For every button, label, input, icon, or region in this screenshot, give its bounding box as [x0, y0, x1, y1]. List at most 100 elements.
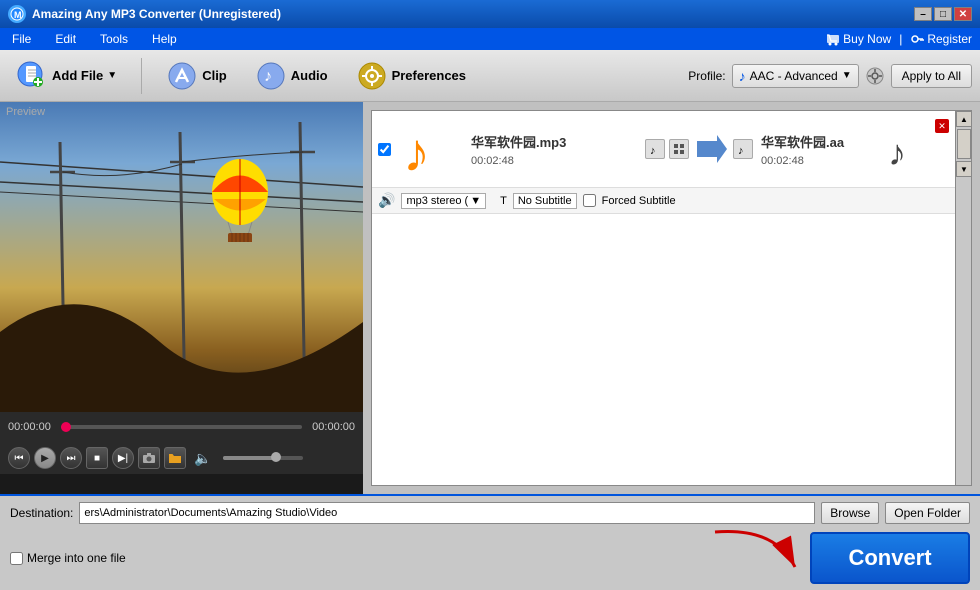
preferences-icon: [356, 60, 388, 92]
minimize-button[interactable]: –: [914, 7, 932, 21]
profile-label: Profile:: [688, 69, 725, 83]
play-button[interactable]: ▶: [34, 447, 56, 469]
audio-wave-icon: 🔊: [378, 192, 395, 209]
dropdown-arrow-icon: ▼: [842, 70, 852, 81]
progress-track[interactable]: [61, 425, 302, 429]
output-settings-btn[interactable]: ♪: [733, 139, 753, 159]
input-filename: 华军软件园.mp3: [471, 132, 637, 151]
destination-row: Destination: Browse Open Folder: [10, 502, 970, 524]
clip-icon: [166, 60, 198, 92]
video-frame: [0, 102, 363, 412]
volume-icon: 🔈: [194, 450, 211, 467]
merge-row: Merge into one file: [10, 551, 126, 565]
file-list-container: ♪ 华军软件园.mp3 00:02:48 ♪: [371, 110, 972, 486]
audio-settings-btn-1[interactable]: ♪: [645, 139, 665, 159]
fast-forward-button[interactable]: ⏭: [60, 447, 82, 469]
menu-edit[interactable]: Edit: [51, 30, 80, 48]
close-item-button[interactable]: ✕: [935, 119, 949, 133]
subtitle-dropdown[interactable]: No Subtitle: [513, 193, 577, 209]
hot-air-balloon: [210, 157, 270, 245]
app-title: Amazing Any MP3 Converter (Unregistered): [32, 7, 914, 21]
file-list-scrollbar[interactable]: ▲ ▼: [955, 111, 971, 485]
file-info: 华军软件园.mp3 00:02:48: [471, 132, 637, 167]
controls-bar: ⏮ ▶ ⏭ ■ ▶| 🔈: [0, 442, 363, 474]
settings-gear-icon[interactable]: [865, 66, 885, 86]
preview-label: Preview: [6, 106, 45, 118]
convert-section: Convert: [810, 532, 970, 584]
audio-icon: ♪: [255, 60, 287, 92]
scroll-down-arrow[interactable]: ▼: [956, 161, 972, 177]
preview-panel: Preview: [0, 102, 363, 494]
subtitle-text-icon: T: [500, 195, 507, 207]
bottom-controls: Merge into one file Convert: [0, 530, 980, 590]
audio-track-value: mp3 stereo (: [406, 195, 468, 207]
close-button[interactable]: ✕: [954, 7, 972, 21]
svg-text:♪: ♪: [403, 123, 430, 179]
buy-now-link[interactable]: Buy Now: [826, 32, 891, 46]
next-frame-button[interactable]: ▶|: [112, 447, 134, 469]
subtitle-row: 🔊 mp3 stereo ( ▼ T No Subtitle Forced Su…: [372, 188, 955, 214]
browse-button[interactable]: Browse: [821, 502, 879, 524]
file-panel: ♪ 华军软件园.mp3 00:02:48 ♪: [363, 102, 980, 494]
merge-checkbox[interactable]: [10, 552, 23, 565]
scroll-thumb[interactable]: [957, 129, 971, 159]
menu-help[interactable]: Help: [148, 30, 181, 48]
cart-icon: [826, 32, 840, 46]
merge-label: Merge into one file: [27, 551, 126, 565]
audio-track-dropdown[interactable]: mp3 stereo ( ▼: [401, 193, 486, 209]
convert-arrow-icon: [693, 131, 729, 167]
progress-thumb[interactable]: [61, 422, 71, 432]
apply-all-button[interactable]: Apply to All: [891, 64, 972, 88]
svg-text:M: M: [14, 10, 22, 20]
volume-thumb[interactable]: [271, 452, 281, 462]
arrow-section: ♪: [645, 131, 753, 167]
snapshot-button[interactable]: [138, 447, 160, 469]
music-icon-large: ♪: [399, 119, 459, 179]
open-folder-button[interactable]: Open Folder: [885, 502, 970, 524]
menu-file[interactable]: File: [8, 30, 35, 48]
output-music-icon: ♪: [881, 124, 931, 174]
convert-button[interactable]: Convert: [810, 532, 970, 584]
time-right: 00:00:00: [312, 421, 355, 433]
folder-button[interactable]: [164, 447, 186, 469]
input-duration: 00:02:48: [471, 155, 637, 167]
audio-track-arrow: ▼: [470, 195, 481, 207]
grid-icon: [673, 143, 685, 155]
menu-bar: File Edit Tools Help Buy Now | Register: [0, 28, 980, 50]
profile-value: AAC - Advanced: [750, 69, 838, 83]
stop-button[interactable]: ■: [86, 447, 108, 469]
clip-button[interactable]: Clip: [158, 56, 235, 96]
maximize-button[interactable]: □: [934, 7, 952, 21]
bottom-section: Destination: Browse Open Folder: [0, 494, 980, 530]
menu-tools[interactable]: Tools: [96, 30, 132, 48]
window-controls: – □ ✕: [914, 7, 972, 21]
scroll-up-arrow[interactable]: ▲: [956, 111, 972, 127]
forced-subtitle-checkbox[interactable]: [583, 194, 596, 207]
key-icon: [910, 32, 924, 46]
file-checkbox[interactable]: [378, 143, 391, 156]
profile-dropdown[interactable]: ♪ AAC - Advanced ▼: [732, 64, 859, 88]
subtitle-value: No Subtitle: [518, 195, 572, 207]
add-file-button[interactable]: Add File ▼: [8, 56, 125, 96]
title-bar: M Amazing Any MP3 Converter (Unregistere…: [0, 0, 980, 28]
svg-text:♪: ♪: [738, 145, 744, 155]
audio-button[interactable]: ♪ Audio: [247, 56, 336, 96]
time-left: 00:00:00: [8, 421, 51, 433]
balloon-svg: [210, 157, 270, 242]
profile-section: Profile: ♪ AAC - Advanced ▼ Apply to All: [688, 64, 972, 88]
register-link[interactable]: Register: [910, 32, 972, 46]
add-file-dropdown-arrow[interactable]: ▼: [107, 70, 117, 81]
output-filename: 华军软件园.aa: [761, 132, 881, 151]
file-item: ♪ 华军软件园.mp3 00:02:48 ♪: [372, 111, 955, 188]
menu-separator: |: [899, 32, 902, 46]
menu-right-links: Buy Now | Register: [826, 32, 972, 46]
power-lines-overlay: [0, 102, 363, 412]
music-small-icon-2: ♪: [737, 143, 749, 155]
preferences-button[interactable]: Preferences: [348, 56, 474, 96]
rewind-button[interactable]: ⏮: [8, 447, 30, 469]
svg-text:♪: ♪: [264, 68, 272, 85]
destination-input[interactable]: [79, 502, 815, 524]
audio-settings-btn-2[interactable]: [669, 139, 689, 159]
svg-text:♪: ♪: [888, 132, 906, 171]
volume-track[interactable]: [223, 456, 303, 460]
